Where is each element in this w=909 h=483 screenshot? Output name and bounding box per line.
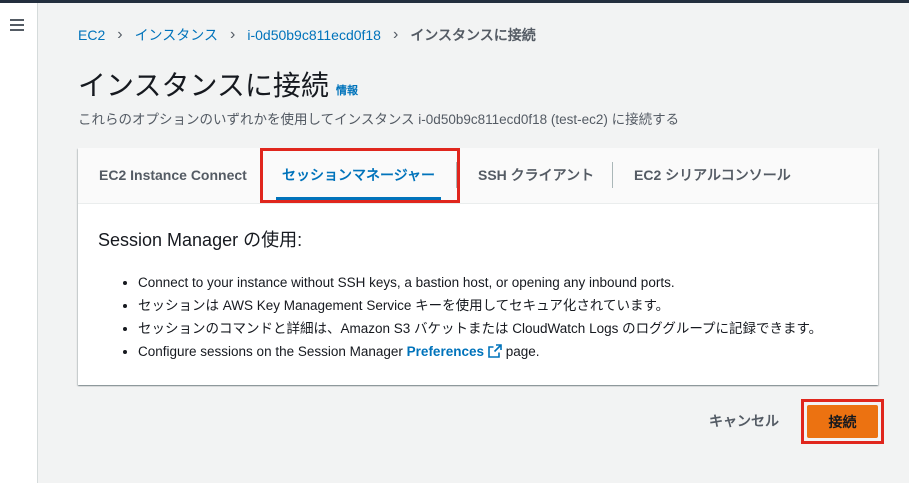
side-navigation [0, 3, 38, 483]
breadcrumb-current: インスタンスに接続 [410, 27, 536, 43]
tab-divider [456, 162, 457, 188]
preferences-link-label[interactable]: Preferences [407, 344, 484, 359]
connect-options-panel: EC2 Instance Connect セッションマネージャー SSH クライ… [78, 148, 878, 385]
list-item-text: page. [505, 344, 540, 359]
list-item: Configure sessions on the Session Manage… [138, 343, 858, 360]
menu-icon[interactable] [10, 19, 24, 31]
preferences-link[interactable]: Preferences [407, 344, 502, 359]
chevron-right-icon: › [230, 26, 236, 43]
cancel-button[interactable]: キャンセル [697, 407, 791, 435]
tab-divider [612, 162, 613, 188]
tab-list: EC2 Instance Connect セッションマネージャー SSH クライ… [78, 148, 878, 204]
tab-session-manager[interactable]: セッションマネージャー [275, 148, 442, 203]
breadcrumb-instance-id[interactable]: i-0d50b9c811ecd0f18 [247, 27, 381, 43]
section-heading: Session Manager の使用: [98, 230, 303, 250]
breadcrumb-ec2[interactable]: EC2 [78, 27, 105, 43]
breadcrumb: EC2 › インスタンス › i-0d50b9c811ecd0f18 › インス… [78, 25, 536, 45]
feature-list: Connect to your instance without SSH key… [98, 274, 858, 360]
page-title: インスタンスに接続 [78, 70, 329, 101]
connect-button[interactable]: 接続 [807, 405, 878, 438]
tab-ec2-instance-connect[interactable]: EC2 Instance Connect [99, 148, 247, 203]
session-manager-content: Session Manager の使用: Connect to your ins… [98, 226, 858, 366]
external-link-icon [488, 344, 502, 358]
page-subtitle: これらのオプションのいずれかを使用してインスタンス i-0d50b9c811ec… [78, 112, 680, 127]
chevron-right-icon: › [392, 26, 399, 43]
list-item: Connect to your instance without SSH key… [138, 274, 858, 291]
breadcrumb-instances[interactable]: インスタンス [135, 25, 218, 45]
chevron-right-icon: › [117, 26, 123, 43]
list-item: セッションは AWS Key Management Service キーを使用し… [138, 297, 858, 314]
top-bar [0, 0, 909, 3]
tab-ssh-client[interactable]: SSH クライアント [478, 148, 594, 203]
tab-ec2-serial-console[interactable]: EC2 シリアルコンソール [634, 148, 791, 203]
list-item-text: Configure sessions on the Session Manage… [138, 344, 403, 359]
info-link[interactable]: 情報 [336, 82, 358, 98]
list-item: セッションのコマンドと詳細は、Amazon S3 バケットまたは CloudWa… [138, 320, 858, 337]
